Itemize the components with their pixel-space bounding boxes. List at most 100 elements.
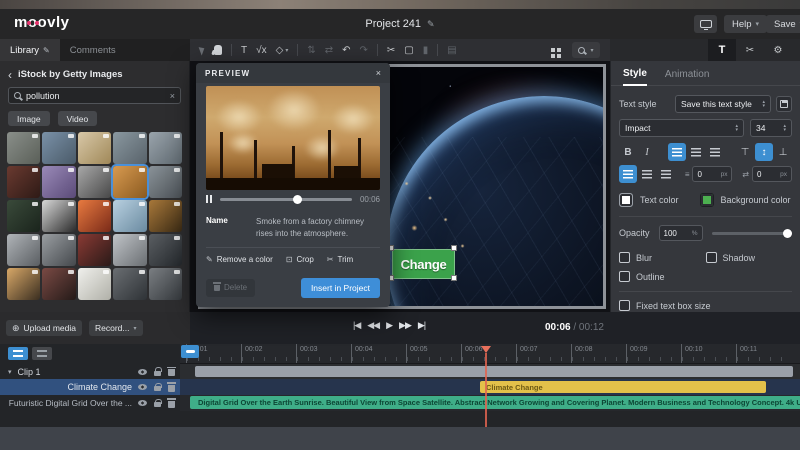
library-source-row[interactable]: ‹ iStock by Getty Images bbox=[0, 61, 189, 80]
thumbnail[interactable] bbox=[7, 132, 40, 164]
letter-spacing-input[interactable]: 0 px bbox=[752, 166, 792, 182]
text-properties-tab[interactable]: T bbox=[708, 39, 736, 61]
shape-tool-icon[interactable]: ◇▾ bbox=[276, 45, 289, 56]
redo-icon[interactable]: ↷ bbox=[360, 45, 368, 56]
thumbnail[interactable] bbox=[78, 166, 111, 198]
shadow-checkbox[interactable] bbox=[706, 252, 717, 263]
skip-end-button[interactable]: ▶| bbox=[418, 320, 425, 331]
list-button[interactable] bbox=[638, 165, 656, 183]
track-row-futuristic-grid[interactable]: Digital Grid Over the Earth Sunrise. Bea… bbox=[180, 395, 800, 411]
skip-start-button[interactable]: |◀ bbox=[353, 320, 360, 331]
text-tool-icon[interactable]: T bbox=[241, 45, 247, 56]
valign-top-button[interactable]: ⊤ bbox=[736, 143, 754, 161]
font-family-select[interactable]: Impact bbox=[619, 119, 744, 137]
fixed-text-box-option[interactable]: Fixed text box size bbox=[619, 300, 711, 311]
valign-bottom-button[interactable]: ⊥ bbox=[774, 143, 792, 161]
trash-icon[interactable] bbox=[168, 385, 175, 392]
edit-title-icon[interactable]: ✎ bbox=[427, 19, 435, 30]
thumbnail[interactable] bbox=[78, 200, 111, 232]
blur-option[interactable]: Blur bbox=[619, 252, 706, 263]
filter-video-button[interactable]: Video bbox=[58, 111, 98, 126]
track-header-climate-change[interactable]: Climate Change bbox=[0, 379, 180, 395]
clip-digital-grid[interactable]: Digital Grid Over the Earth Sunrise. Bea… bbox=[190, 396, 800, 409]
chevron-left-icon[interactable]: ‹ bbox=[8, 70, 12, 80]
save-style-icon[interactable] bbox=[776, 96, 792, 112]
tab-animation[interactable]: Animation bbox=[665, 69, 709, 85]
opacity-slider[interactable] bbox=[712, 232, 792, 235]
eye-icon[interactable] bbox=[138, 384, 147, 390]
lock-icon[interactable] bbox=[154, 402, 161, 407]
thumbnail[interactable] bbox=[42, 166, 75, 198]
slider-thumb[interactable] bbox=[293, 195, 302, 204]
distribute-vertical-icon[interactable]: ⇅ bbox=[307, 45, 315, 56]
thumbnail[interactable] bbox=[149, 166, 182, 198]
moovly-logo[interactable]: moovly bbox=[14, 14, 70, 31]
tab-comments[interactable]: Comments bbox=[60, 39, 126, 61]
lock-icon[interactable] bbox=[154, 386, 161, 391]
timeline-view-rows-button[interactable] bbox=[8, 347, 28, 360]
hand-tool-icon[interactable] bbox=[214, 45, 222, 55]
pause-icon[interactable] bbox=[206, 195, 212, 203]
remove-color-button[interactable]: ✎ Remove a color bbox=[206, 255, 273, 264]
thumbnail[interactable] bbox=[42, 132, 75, 164]
insert-in-project-button[interactable]: Insert in Project bbox=[301, 278, 380, 298]
thumbnail[interactable] bbox=[7, 166, 40, 198]
help-button[interactable]: Help ▾ bbox=[724, 15, 767, 33]
thumbnail[interactable] bbox=[113, 268, 146, 300]
thumbnail[interactable] bbox=[113, 234, 146, 266]
background-color-swatch[interactable] bbox=[700, 193, 714, 207]
track-header-clip1[interactable]: ▾ Clip 1 bbox=[0, 364, 180, 379]
timeline-view-compact-button[interactable] bbox=[32, 347, 52, 360]
track-row-climate-change[interactable]: Climate Change bbox=[180, 379, 800, 395]
italic-button[interactable]: I bbox=[638, 143, 656, 161]
thumbnail[interactable] bbox=[42, 200, 75, 232]
valign-middle-button[interactable]: ↕ bbox=[755, 143, 773, 161]
blur-checkbox[interactable] bbox=[619, 252, 630, 263]
track-header-futuristic-grid[interactable]: Futuristic Digital Grid Over the ... bbox=[0, 395, 180, 411]
align-left-button[interactable] bbox=[668, 143, 686, 161]
thumbnail[interactable] bbox=[149, 234, 182, 266]
select-tool-icon[interactable] bbox=[200, 46, 205, 55]
trash-icon[interactable] bbox=[168, 369, 175, 376]
search-input[interactable]: pollution × bbox=[8, 87, 181, 104]
lock-icon[interactable] bbox=[154, 371, 161, 376]
slider-thumb[interactable] bbox=[783, 229, 792, 238]
thumbnail[interactable] bbox=[78, 234, 111, 266]
presentation-mode-button[interactable] bbox=[694, 15, 717, 33]
align-right-button[interactable] bbox=[706, 143, 724, 161]
outline-option[interactable]: Outline bbox=[619, 271, 706, 282]
distribute-horizontal-icon[interactable]: ⇄ bbox=[325, 45, 333, 56]
thumbnail[interactable] bbox=[7, 200, 40, 232]
outline-checkbox[interactable] bbox=[619, 271, 630, 282]
rewind-button[interactable]: ◀◀ bbox=[367, 320, 379, 331]
thumbnail[interactable] bbox=[149, 200, 182, 232]
fullscreen-icon[interactable] bbox=[551, 48, 563, 52]
indent-button[interactable] bbox=[657, 165, 675, 183]
stage-text-overlay[interactable]: Change bbox=[392, 249, 455, 279]
formula-tool-icon[interactable]: √x bbox=[256, 45, 267, 56]
thumbnail[interactable] bbox=[42, 268, 75, 300]
tools-tab[interactable]: ✂ bbox=[736, 39, 764, 61]
selection-handle[interactable] bbox=[451, 275, 457, 281]
play-button[interactable]: ▶ bbox=[386, 320, 392, 331]
thumbnail[interactable] bbox=[149, 132, 182, 164]
collapse-caret-icon[interactable]: ▾ bbox=[8, 368, 12, 376]
tab-style[interactable]: Style bbox=[623, 68, 647, 86]
eye-icon[interactable] bbox=[138, 400, 147, 406]
settings-tab[interactable]: ⚙ bbox=[764, 39, 792, 61]
text-color-swatch[interactable] bbox=[619, 193, 633, 207]
record-button[interactable]: Record... ▾ bbox=[89, 320, 143, 336]
trash-icon[interactable] bbox=[168, 401, 175, 408]
thumbnail[interactable] bbox=[78, 132, 111, 164]
cut-icon[interactable]: ✂ bbox=[387, 45, 395, 56]
thumbnail[interactable] bbox=[7, 234, 40, 266]
paste-icon[interactable]: ▮ bbox=[423, 45, 429, 56]
text-style-select[interactable]: Save this text style bbox=[675, 95, 771, 113]
font-size-select[interactable]: 34 bbox=[750, 119, 792, 137]
crop-button[interactable]: ⊡ Crop bbox=[286, 255, 314, 264]
line-spacing-input[interactable]: 0 px bbox=[692, 166, 732, 182]
upload-media-button[interactable]: ⊕ Upload media bbox=[6, 320, 82, 336]
track-row-clip1[interactable] bbox=[180, 364, 800, 379]
shadow-option[interactable]: Shadow bbox=[706, 252, 793, 263]
tab-library[interactable]: Library ✎ bbox=[0, 39, 60, 61]
